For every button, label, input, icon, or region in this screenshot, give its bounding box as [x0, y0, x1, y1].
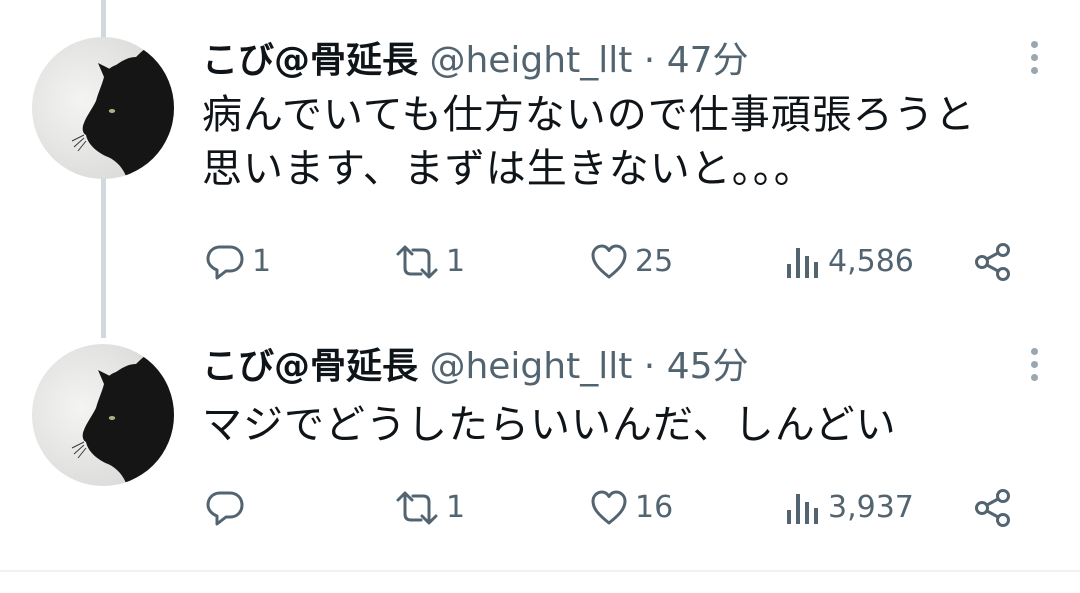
share-icon — [975, 243, 1010, 281]
tweet-text: マジでどうしたらいいんだ、しんどい — [202, 398, 1052, 452]
author-name[interactable]: こび@骨延長 — [202, 346, 418, 387]
reply-count: 1 — [252, 244, 272, 279]
retweet-button[interactable]: 1 — [394, 488, 465, 528]
tweet[interactable]: こび@骨延長 @height_llt · 47分 病んでいても仕方ないので仕事頑… — [0, 0, 1080, 300]
tweet-time[interactable]: 47分 — [667, 40, 749, 81]
black-cat-avatar-icon — [71, 348, 174, 486]
reply-button[interactable]: 1 — [204, 242, 271, 282]
avatar[interactable] — [32, 37, 174, 179]
header-separator: · — [643, 346, 656, 387]
header-separator: · — [643, 40, 656, 81]
tweet-actions: 1 1 25 4,586 — [0, 242, 1080, 282]
tweet-text: 病んでいても仕方ないので仕事頑張ろうと 思います、まずは生きないと。。。 — [202, 88, 1052, 196]
reply-icon — [206, 491, 244, 526]
view-count: 3,937 — [828, 490, 914, 525]
tweet-text-line: マジでどうしたらいいんだ、しんどい — [202, 402, 897, 448]
tweet-header: こび@骨延長 @height_llt · 45分 — [202, 344, 749, 390]
heart-icon — [591, 244, 627, 279]
like-count: 16 — [635, 490, 674, 525]
avatar[interactable] — [32, 344, 174, 486]
tweet-time[interactable]: 45分 — [667, 346, 749, 387]
tweet-text-line: 思います、まずは生きないと。。。 — [202, 146, 815, 192]
like-button[interactable]: 25 — [589, 242, 673, 282]
views-icon — [787, 248, 818, 278]
author-handle[interactable]: @height_llt — [429, 40, 632, 81]
views-icon — [787, 494, 818, 524]
heart-icon — [591, 490, 627, 525]
retweet-icon — [396, 245, 438, 279]
tweet[interactable]: こび@骨延長 @height_llt · 45分 マジでどうしたらいいんだ、しん… — [0, 306, 1080, 570]
share-button[interactable] — [972, 488, 1014, 528]
share-button[interactable] — [972, 242, 1014, 282]
divider — [0, 570, 1080, 572]
tweet-header: こび@骨延長 @height_llt · 47分 — [202, 38, 749, 84]
reply-button[interactable] — [204, 488, 252, 528]
more-icon[interactable] — [1028, 348, 1040, 384]
share-icon — [975, 489, 1010, 527]
view-count: 4,586 — [828, 244, 914, 279]
like-button[interactable]: 16 — [589, 488, 673, 528]
views-button[interactable]: 3,937 — [784, 488, 914, 528]
retweet-button[interactable]: 1 — [394, 242, 465, 282]
views-button[interactable]: 4,586 — [784, 242, 914, 282]
retweet-count: 1 — [446, 490, 466, 525]
retweet-count: 1 — [446, 244, 466, 279]
tweet-text-line: 病んでいても仕方ないので仕事頑張ろうと — [202, 92, 976, 138]
more-icon[interactable] — [1028, 41, 1040, 77]
tweet-actions: 1 16 3,937 — [0, 488, 1080, 528]
author-handle[interactable]: @height_llt — [429, 346, 632, 387]
retweet-icon — [396, 491, 438, 525]
like-count: 25 — [635, 244, 674, 279]
reply-icon — [206, 245, 244, 280]
black-cat-avatar-icon — [71, 41, 174, 179]
author-name[interactable]: こび@骨延長 — [202, 40, 418, 81]
